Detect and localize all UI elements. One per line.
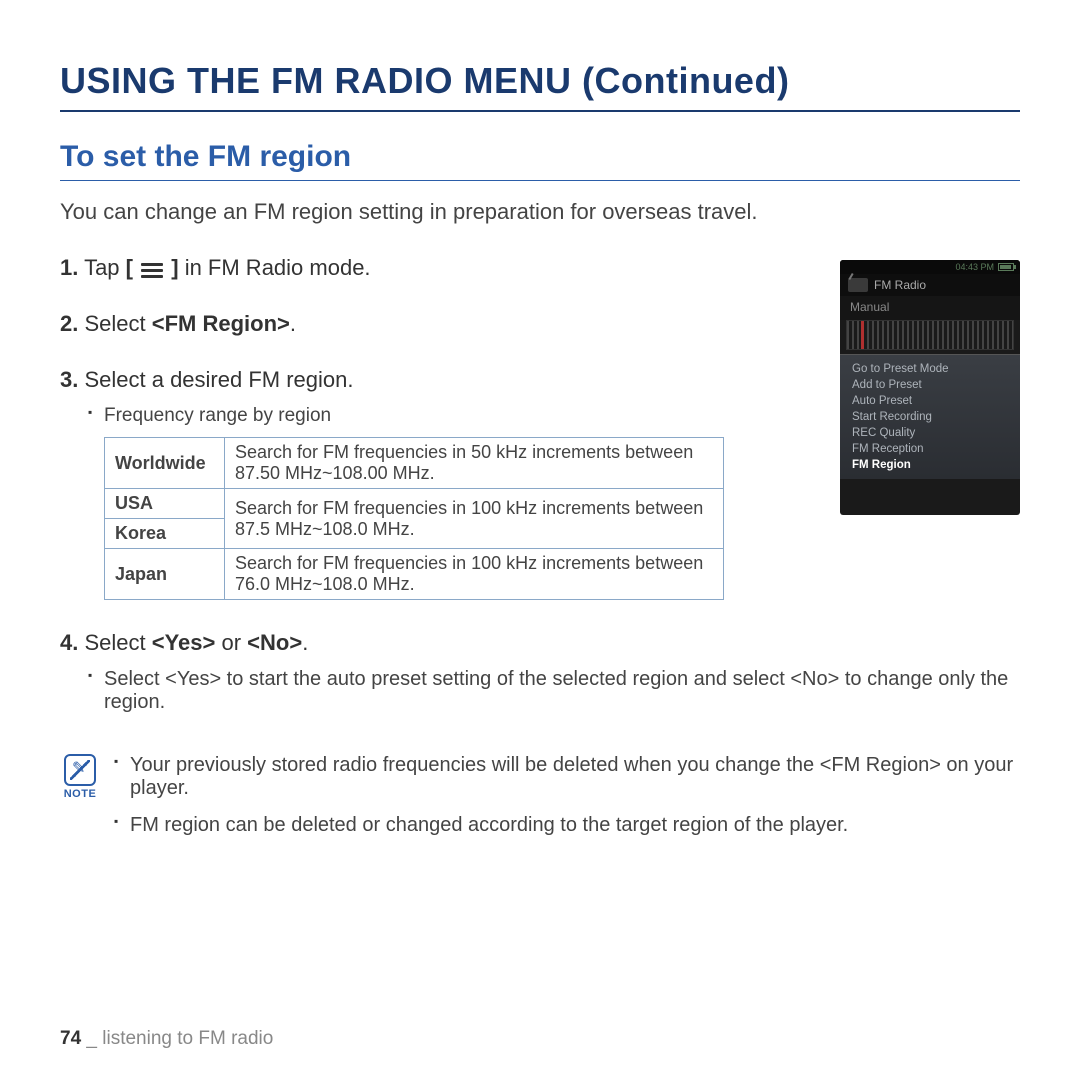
device-menu: Go to Preset Mode Add to Preset Auto Pre… [840, 354, 1020, 479]
step-1-bracket-close: ] [165, 255, 178, 280]
device-dial [846, 320, 1014, 350]
step-3-number: 3. [60, 367, 78, 392]
radio-icon [848, 278, 868, 292]
device-menu-item: Go to Preset Mode [840, 361, 1020, 377]
table-row: USA Search for FM frequencies in 100 kHz… [105, 489, 724, 519]
table-row: Worldwide Search for FM frequencies in 5… [105, 438, 724, 489]
desc-worldwide: Search for FM frequencies in 50 kHz incr… [225, 438, 724, 489]
note-item-2: FM region can be deleted or changed acco… [114, 814, 1020, 837]
region-japan: Japan [105, 549, 225, 600]
device-menu-item: REC Quality [840, 425, 1020, 441]
menu-icon [141, 260, 163, 278]
region-korea: Korea [105, 519, 225, 549]
step-1-bracket-open: [ [126, 255, 139, 280]
table-row: Japan Search for FM frequencies in 100 k… [105, 549, 724, 600]
note-icon [64, 754, 96, 786]
desc-japan: Search for FM frequencies in 100 kHz inc… [225, 549, 724, 600]
step-1-text-d: in FM Radio mode. [179, 255, 371, 280]
page-number: 74 [60, 1028, 81, 1049]
note-items: Your previously stored radio frequencies… [114, 754, 1020, 851]
footer-chapter: listening to FM radio [102, 1028, 273, 1049]
device-menu-item: Add to Preset [840, 377, 1020, 393]
step-1-number: 1. [60, 255, 78, 280]
step-4-number: 4. [60, 630, 78, 655]
device-status-bar: 04:43 PM [840, 260, 1020, 274]
footer: 74 _ listening to FM radio [60, 1028, 273, 1050]
note-icon-wrap: NOTE [60, 754, 100, 800]
region-worldwide: Worldwide [105, 438, 225, 489]
step-2-bold: <FM Region> [152, 311, 290, 336]
step-2-number: 2. [60, 311, 78, 336]
region-usa: USA [105, 489, 225, 519]
step-2-text-b: . [290, 311, 296, 336]
frequency-table: Worldwide Search for FM frequencies in 5… [104, 437, 724, 600]
step-1-text-a: Tap [78, 255, 125, 280]
step-4-sub: Select <Yes> to start the auto preset se… [88, 668, 1020, 714]
device-menu-item: FM Reception [840, 441, 1020, 457]
device-time: 04:43 PM [955, 262, 994, 272]
step-4-text-c: . [302, 630, 308, 655]
intro-text: You can change an FM region setting in p… [60, 199, 1020, 225]
step-4-text-a: Select [78, 630, 151, 655]
step-2-text-a: Select [78, 311, 151, 336]
desc-usa-korea: Search for FM frequencies in 100 kHz inc… [225, 489, 724, 549]
section-heading: To set the FM region [60, 140, 1020, 181]
page-title: USING THE FM RADIO MENU (Continued) [60, 60, 1020, 112]
device-title-row: FM Radio [840, 274, 1020, 296]
step-4-bold-yes: <Yes> [152, 630, 216, 655]
step-3-text: Select a desired FM region. [78, 367, 353, 392]
device-title: FM Radio [874, 278, 926, 292]
note-label: NOTE [64, 788, 97, 800]
device-menu-item: Start Recording [840, 409, 1020, 425]
footer-sep: _ [81, 1028, 102, 1049]
step-4: 4. Select <Yes> or <No>. Select <Yes> to… [60, 630, 1020, 714]
device-screenshot: 04:43 PM FM Radio Manual Go to Preset Mo… [840, 260, 1020, 515]
note-item-1: Your previously stored radio frequencies… [114, 754, 1020, 800]
device-mode: Manual [840, 296, 1020, 320]
device-menu-item-selected: FM Region [840, 457, 1020, 473]
battery-icon [998, 263, 1014, 271]
step-4-bold-no: <No> [247, 630, 302, 655]
device-menu-item: Auto Preset [840, 393, 1020, 409]
step-4-text-b: or [215, 630, 247, 655]
note-block: NOTE Your previously stored radio freque… [60, 754, 1020, 851]
